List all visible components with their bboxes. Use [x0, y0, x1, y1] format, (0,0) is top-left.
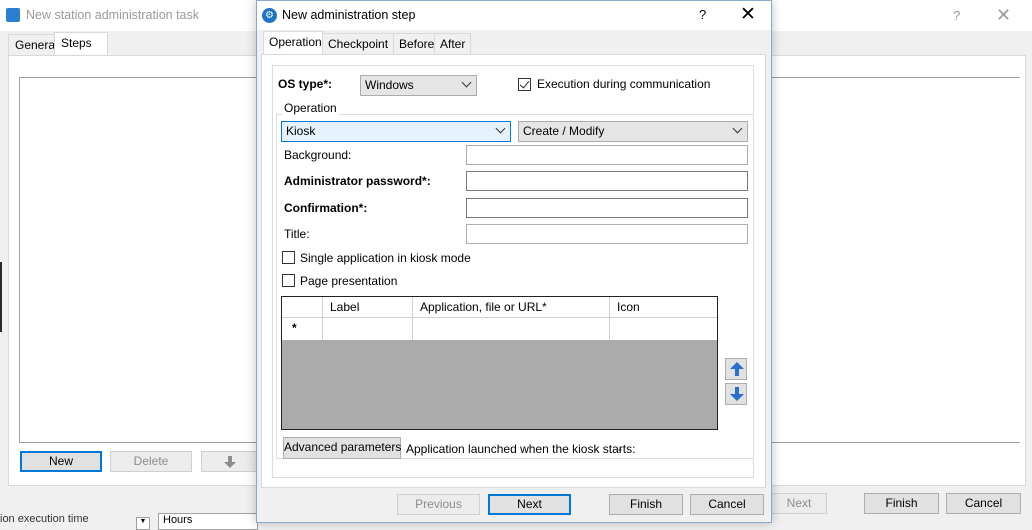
chevron-down-icon — [495, 123, 506, 134]
tab-checkpoint[interactable]: Checkpoint — [322, 33, 394, 54]
back-cancel-button[interactable]: Cancel — [946, 493, 1021, 514]
background-label: Background: — [284, 148, 352, 162]
tab-general[interactable]: General — [8, 34, 58, 55]
grid-header: Label Application, file or URL* Icon — [282, 297, 717, 318]
admin-password-field[interactable] — [466, 171, 748, 191]
operation-group-label: Operation — [282, 101, 339, 115]
execution-time-dropdown[interactable]: ▼ — [136, 517, 150, 530]
table-row[interactable]: * — [282, 318, 717, 340]
cell-application[interactable] — [413, 318, 610, 340]
action-select[interactable]: Create / Modify — [518, 121, 748, 142]
chevron-down-icon — [732, 123, 743, 134]
new-administration-step-dialog: ⚙ New administration step ? ✕ Operation … — [256, 0, 772, 523]
page-presentation-label: Page presentation — [300, 274, 398, 288]
tab-operation[interactable]: Operation — [263, 31, 323, 55]
chevron-down-icon — [461, 77, 472, 88]
operation-panel: OS type*: Windows Execution during commu… — [261, 54, 766, 488]
execution-during-communication-label: Execution during communication — [537, 77, 711, 91]
up-arrow-icon — [730, 362, 744, 376]
column-header-icon[interactable]: Icon — [610, 297, 717, 317]
page-presentation-checkbox[interactable] — [282, 274, 295, 287]
new-row-marker: * — [282, 318, 323, 340]
title-label: Title: — [284, 227, 310, 241]
delete-step-button[interactable]: Delete — [110, 451, 192, 472]
hours-field[interactable]: Hours — [158, 513, 258, 530]
column-header-application[interactable]: Application, file or URL* — [413, 297, 610, 317]
step-details-area — [770, 77, 1020, 443]
single-application-label: Single application in kiosk mode — [300, 251, 471, 265]
admin-password-label: Administrator password*: — [284, 174, 431, 188]
operation-value: Kiosk — [286, 124, 316, 138]
next-button[interactable]: Next — [488, 494, 571, 515]
tab-steps[interactable]: Steps — [54, 32, 108, 56]
os-type-value: Windows — [365, 78, 414, 92]
action-value: Create / Modify — [523, 124, 605, 138]
title-field[interactable] — [466, 224, 748, 244]
operation-select[interactable]: Kiosk — [281, 121, 511, 142]
move-down-step-button[interactable] — [201, 451, 257, 472]
back-finish-button[interactable]: Finish — [864, 493, 939, 514]
advanced-parameters-button[interactable]: Advanced parameters — [283, 437, 401, 459]
new-step-button[interactable]: New — [20, 451, 102, 472]
finish-button[interactable]: Finish — [609, 494, 683, 515]
column-header-label[interactable]: Label — [323, 297, 413, 317]
station-task-title: New station administration task — [26, 8, 199, 22]
back-close-button[interactable]: ✕ — [996, 5, 1011, 26]
confirmation-field[interactable] — [466, 198, 748, 218]
applications-grid[interactable]: Label Application, file or URL* Icon * — [281, 296, 718, 430]
single-application-checkbox[interactable] — [282, 251, 295, 264]
back-help-button[interactable]: ? — [953, 8, 960, 23]
dialog-title: New administration step — [282, 8, 416, 22]
dialog-close-button[interactable]: ✕ — [740, 3, 756, 26]
tab-after[interactable]: After — [434, 33, 471, 54]
app-launched-value: - — [618, 442, 622, 456]
confirmation-label: Confirmation*: — [284, 201, 368, 215]
cell-label[interactable] — [323, 318, 413, 340]
down-arrow-icon — [730, 387, 744, 401]
execution-during-communication-checkbox[interactable] — [518, 78, 531, 91]
dialog-help-button[interactable]: ? — [699, 7, 706, 22]
app-launched-label: Application launched when the kiosk star… — [406, 442, 636, 456]
cancel-button[interactable]: Cancel — [690, 494, 764, 515]
background-field[interactable] — [466, 145, 748, 165]
execution-time-label: ion execution time — [0, 513, 89, 525]
grid-corner — [282, 297, 323, 317]
move-up-button[interactable] — [725, 358, 747, 380]
cell-icon[interactable] — [610, 318, 717, 340]
gear-app-icon: ⚙ — [262, 8, 277, 23]
move-down-button[interactable] — [725, 383, 747, 405]
left-edge-fragment — [0, 262, 3, 332]
wrench-app-icon — [6, 8, 20, 22]
os-type-label: OS type*: — [278, 77, 333, 91]
steps-list[interactable] — [19, 77, 269, 443]
os-type-select[interactable]: Windows — [360, 75, 477, 96]
tab-before[interactable]: Before — [393, 33, 435, 54]
down-arrow-icon — [224, 456, 236, 468]
back-next-button[interactable]: Next — [771, 493, 827, 514]
previous-button[interactable]: Previous — [397, 494, 480, 515]
